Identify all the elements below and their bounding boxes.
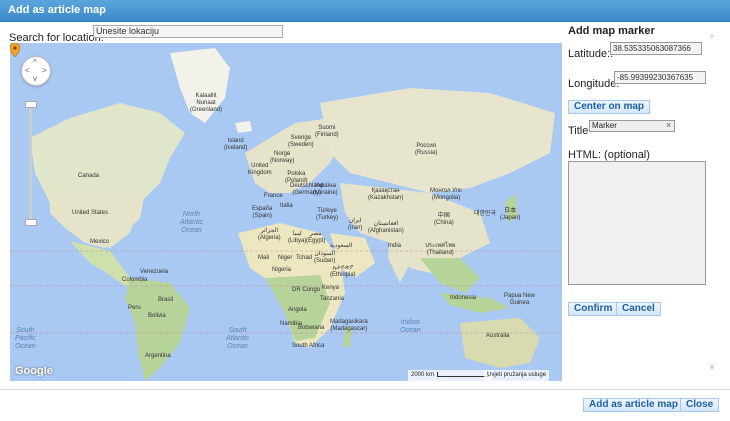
map-label-saudi: السعودية — [330, 243, 353, 249]
google-logo: Google — [15, 365, 53, 377]
map-label-spain: España (Spain) — [252, 206, 273, 219]
map-label-japan: 日本 (Japan) — [500, 208, 521, 221]
zoom-in-button[interactable] — [25, 101, 37, 108]
map-label-mongolia: Монгол Улс (Mongolia) — [430, 188, 463, 201]
html-label: HTML: (optional) — [568, 149, 650, 161]
map-label-italy: Italia — [280, 203, 293, 209]
map-label-egypt: مصر (Egypt) — [306, 231, 326, 244]
map-label-indian-ocean: Indian Ocean — [400, 319, 421, 334]
map-view[interactable]: ^ v < > Kalaallit Nunaat (Greenland) Isl… — [10, 43, 562, 381]
pan-left-arrow-icon[interactable]: < — [25, 67, 30, 75]
map-label-india: India — [388, 243, 402, 249]
pan-control[interactable]: ^ v < > — [21, 56, 51, 86]
map-label-angola: Angola — [288, 307, 307, 313]
latitude-input[interactable]: 38.535335063087366 — [610, 42, 702, 55]
map-label-mexico: Mexico — [90, 239, 110, 245]
scale-label: 2000 km — [411, 372, 435, 378]
map-label-kenya: Kenya — [322, 285, 340, 291]
pan-up-arrow-icon[interactable]: ^ — [33, 59, 37, 67]
map-label-bolivia: Bolivia — [148, 313, 166, 319]
map-label-iceland: Island (Iceland) — [224, 138, 248, 151]
map-label-thailand: ประเทศไทย (Thailand) — [425, 243, 456, 256]
map-label-argentina: Argentina — [145, 353, 171, 359]
map-label-venezuela: Venezuela — [140, 269, 169, 275]
map-label-ethiopia: ኢትዮጵያ (Ethiopia) — [330, 265, 356, 278]
title-label: Title — [568, 125, 589, 137]
map-label-south-pacific: South Pacific Ocean — [15, 327, 36, 350]
map-label-peru: Peru — [128, 305, 141, 311]
map-label-libya: ليبيا (Libya) — [288, 231, 307, 244]
zoom-slider-track[interactable] — [29, 103, 32, 223]
map-label-brasil: Brasil — [158, 297, 174, 303]
map-label-afghanistan: افغانستان (Afghanistan) — [368, 221, 404, 234]
marker-panel-heading: Add map marker — [568, 25, 655, 37]
terms-link[interactable]: Uvjeti pružanja usluge — [484, 370, 550, 381]
search-input[interactable]: Unesite lokaciju — [93, 25, 283, 38]
latitude-label: Latitude:: — [568, 48, 614, 60]
map-label-niger: Niger — [278, 255, 293, 261]
map-marker-icon[interactable] — [10, 43, 20, 57]
map-label-usa: United States — [72, 210, 109, 216]
map-label-china: 中国 (China) — [434, 213, 454, 226]
map-label-kalaallit: Kalaallit Nunaat (Greenland) — [190, 93, 223, 113]
map-label-sverige: Sverige (Sweden) — [288, 135, 314, 148]
map-label-nigeria: Nigeria — [272, 267, 292, 273]
scroll-up-icon[interactable]: ^ — [710, 34, 714, 43]
map-label-canada: Canada — [78, 173, 100, 179]
panel-scrollbar[interactable]: ^ v — [708, 28, 720, 378]
map-label-botswana: Botswana — [298, 325, 325, 331]
map-label-ukraine: Україна (Ukraine) — [313, 183, 338, 196]
map-label-south-africa: South Africa — [292, 343, 325, 349]
pan-down-arrow-icon[interactable]: v — [33, 75, 37, 83]
close-button[interactable]: Close — [680, 398, 720, 412]
longitude-label: Longitude: — [568, 78, 620, 90]
cancel-button[interactable]: Cancel — [616, 302, 661, 316]
map-label-png: Papua New Guinea — [504, 293, 536, 306]
map-label-algeria: الجزائر (Algeria) — [258, 228, 281, 241]
title-input[interactable]: Marker — [589, 120, 675, 132]
map-label-kazakhstan: Қазақстан (Kazakhstan) — [368, 188, 404, 201]
map-label-north-atlantic: North Atlantic Ocean — [180, 211, 203, 234]
map-label-tanzania: Tanzania — [320, 296, 345, 302]
map-label-australia: Australia — [486, 333, 510, 339]
map-label-madagascar: Madagasikara (Madagascar) — [330, 319, 368, 332]
map-label-norge: Norge (Norway) — [270, 151, 295, 164]
map-label-south-atlantic: South Atlantic Ocean — [226, 327, 249, 350]
map-label-chad: Tchad — [296, 255, 313, 261]
map-label-uk: United Kingdom — [248, 163, 272, 176]
map-scale: 2000 km — [408, 370, 493, 381]
longitude-input[interactable]: -85.99399230367635 — [614, 71, 706, 84]
footer-divider — [0, 389, 730, 390]
pan-right-arrow-icon[interactable]: > — [42, 67, 47, 75]
map-label-indonesia: Indonesia — [450, 295, 477, 301]
center-on-map-button[interactable]: Center on map — [568, 100, 651, 114]
map-label-iran: ایران (Iran) — [348, 218, 363, 231]
zoom-out-button[interactable] — [25, 219, 37, 226]
dialog-title: Add as article map — [8, 4, 106, 16]
map-label-france: France — [264, 193, 283, 199]
map-label-russia: Россия (Russia) — [415, 143, 438, 156]
map-label-turkey: Türkiye (Turkey) — [316, 208, 339, 221]
clear-title-icon[interactable]: × — [666, 120, 671, 130]
map-label-sudan: السودان (Sudan) — [314, 251, 336, 264]
map-label-mali: Mali — [258, 255, 270, 261]
map-label-drc: DR Congo — [292, 287, 321, 293]
map-label-colombia: Colombia — [122, 277, 148, 283]
confirm-button[interactable]: Confirm — [568, 302, 619, 316]
add-as-article-map-button[interactable]: Add as article map — [583, 398, 684, 412]
map-label-suomi: Suomi (Finland) — [315, 125, 339, 138]
map-label-korea: 대한민국 — [474, 211, 497, 217]
html-textarea[interactable] — [568, 161, 706, 285]
dialog-titlebar: Add as article map — [0, 0, 730, 22]
scroll-down-icon[interactable]: v — [710, 362, 714, 371]
